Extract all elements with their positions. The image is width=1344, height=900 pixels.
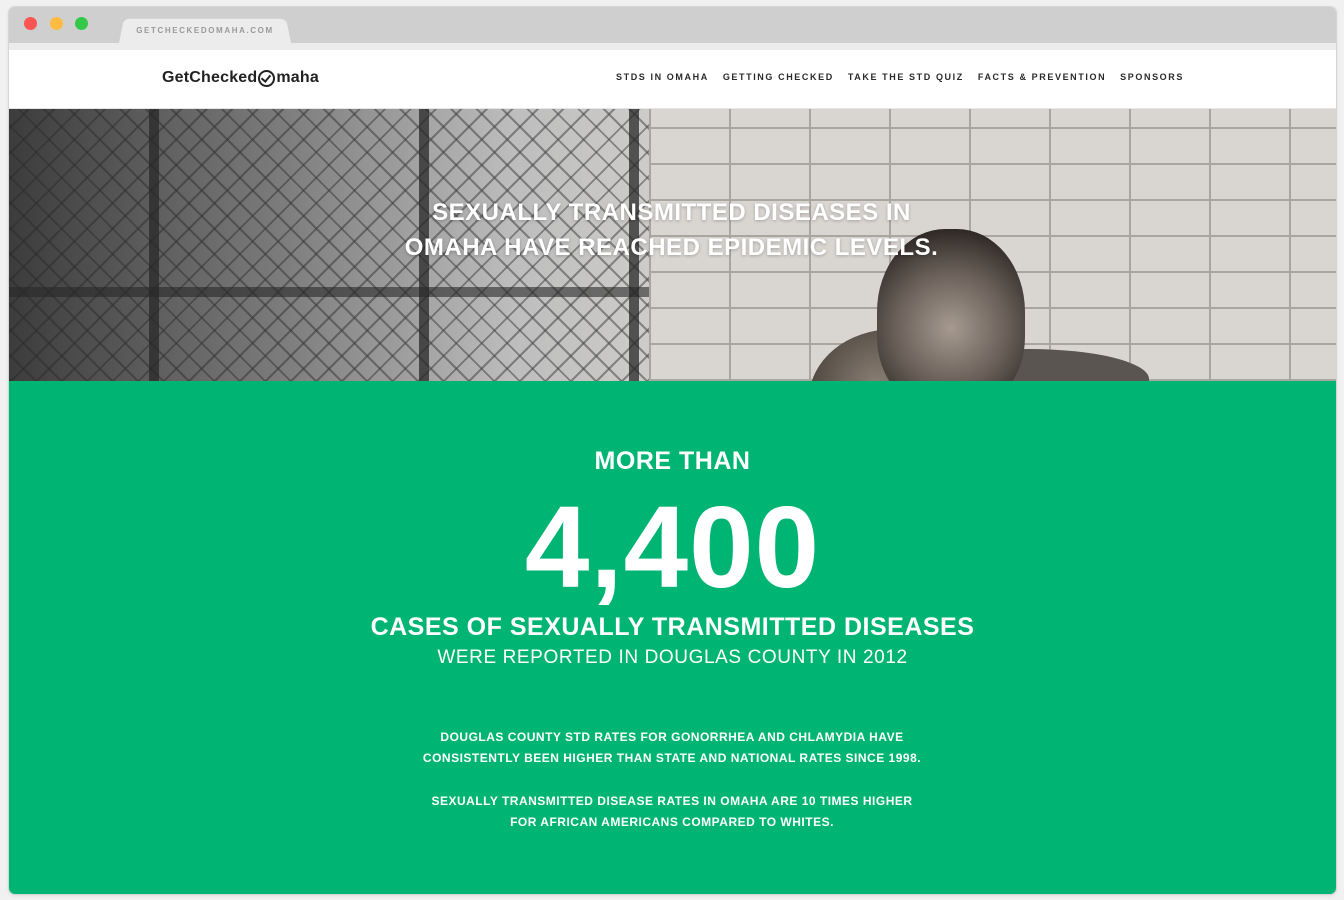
browser-window: GETCHECKEDOMAHA.COM GetChecked maha STDS…	[9, 7, 1336, 894]
stat-paragraph: DOUGLAS COUNTY STD RATES FOR GONORRHEA A…	[422, 730, 922, 765]
stat-paragraph: SEXUALLY TRANSMITTED DISEASE RATES IN OM…	[431, 794, 913, 829]
nav-getting-checked[interactable]: GETTING CHECKED	[723, 72, 834, 82]
hero-photo-fence-rail	[9, 287, 649, 297]
hero-headline: SEXUALLY TRANSMITTED DISEASES IN OMAHA H…	[404, 199, 939, 261]
browser-tab-url: GETCHECKEDOMAHA.COM	[136, 26, 274, 35]
logo-text-left: GetChecked	[162, 69, 258, 86]
nav-take-the-std-quiz[interactable]: TAKE THE STD QUIZ	[848, 72, 964, 82]
browser-chrome: GETCHECKEDOMAHA.COM	[9, 7, 1336, 43]
site-logo[interactable]: GetChecked maha	[162, 69, 319, 87]
stat-lead: MORE THAN	[594, 447, 751, 475]
stat-detail: WERE REPORTED IN DOUGLAS COUNTY IN 2012	[437, 647, 908, 668]
nav-facts-prevention[interactable]: FACTS & PREVENTION	[978, 72, 1106, 82]
nav-stds-in-omaha[interactable]: STDS IN OMAHA	[616, 72, 709, 82]
stats-section: MORE THAN 4,400 CASES OF SEXUALLY TRANSM…	[9, 381, 1336, 894]
minimize-window-button[interactable]	[50, 17, 63, 30]
main-nav: STDS IN OMAHA GETTING CHECKED TAKE THE S…	[616, 72, 1184, 82]
chrome-divider	[9, 43, 1336, 50]
hero-banner: SEXUALLY TRANSMITTED DISEASES IN OMAHA H…	[9, 109, 1336, 381]
stat-number: 4,400	[524, 482, 821, 612]
site-header: GetChecked maha STDS IN OMAHA GETTING CH…	[9, 50, 1336, 109]
check-circle-icon	[258, 69, 276, 87]
close-window-button[interactable]	[24, 17, 37, 30]
stat-subject: CASES OF SEXUALLY TRANSMITTED DISEASES	[370, 613, 975, 641]
maximize-window-button[interactable]	[75, 17, 88, 30]
logo-text-right: maha	[276, 69, 319, 86]
nav-sponsors[interactable]: SPONSORS	[1120, 72, 1184, 82]
hero-photo-fence-post	[149, 109, 159, 381]
